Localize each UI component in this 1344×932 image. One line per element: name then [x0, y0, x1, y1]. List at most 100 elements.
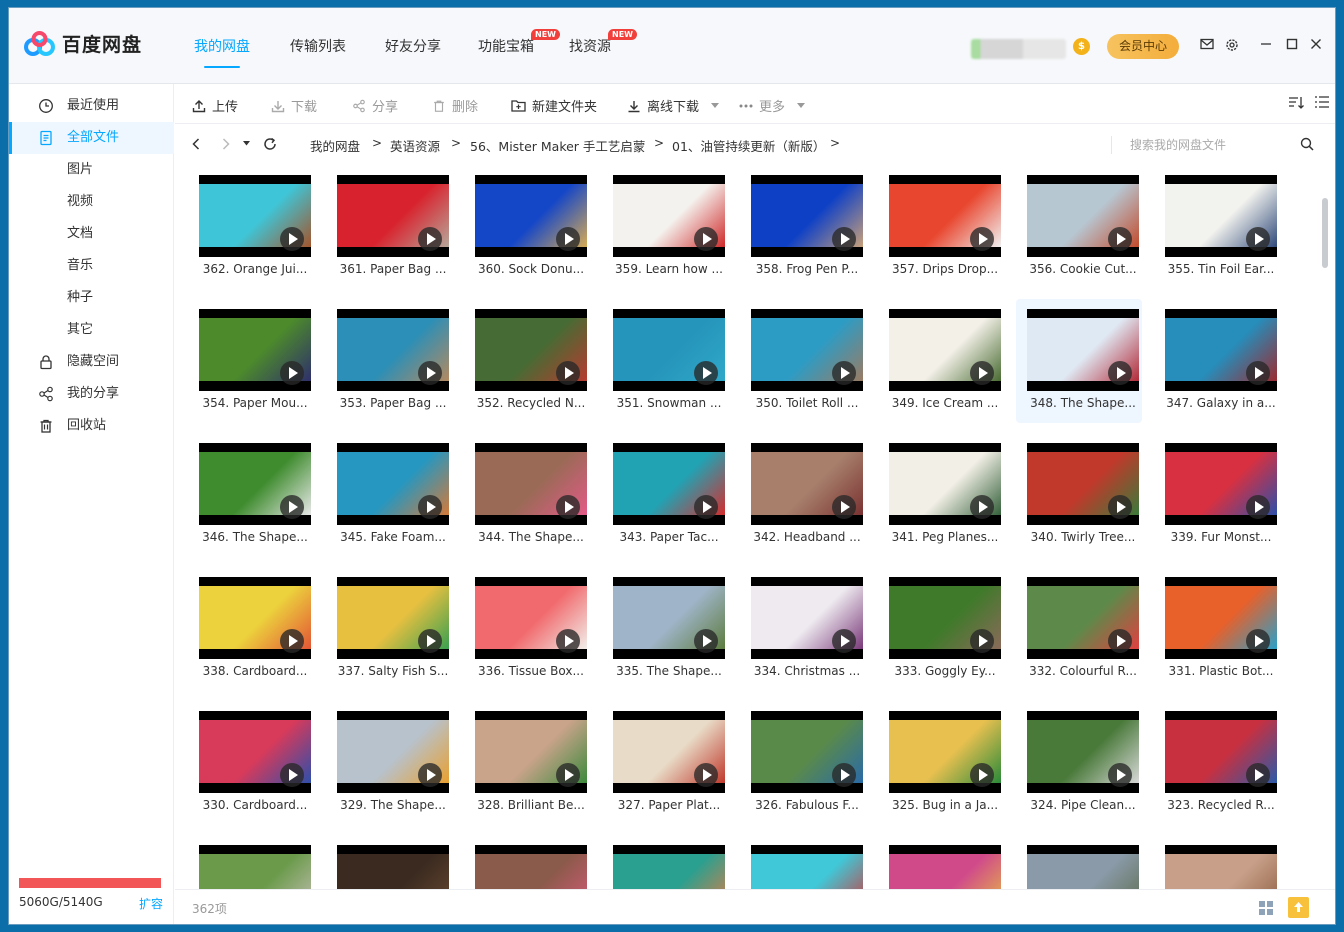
file-tile[interactable]: 335. The Shape... — [602, 567, 728, 691]
user-avatar[interactable] — [971, 39, 1066, 59]
video-thumbnail[interactable] — [199, 577, 311, 659]
file-tile[interactable]: 344. The Shape... — [464, 433, 590, 557]
video-thumbnail[interactable] — [475, 711, 587, 793]
video-thumbnail[interactable] — [199, 443, 311, 525]
video-thumbnail[interactable] — [1027, 309, 1139, 391]
video-thumbnail[interactable] — [1165, 309, 1277, 391]
play-icon[interactable] — [1108, 495, 1132, 519]
offline-download-button[interactable]: 离线下载 — [627, 96, 725, 115]
file-tile[interactable]: 327. Paper Plat... — [602, 701, 728, 825]
play-icon[interactable] — [280, 763, 304, 787]
file-tile[interactable]: 357. Drips Drop... — [878, 165, 1004, 289]
video-thumbnail[interactable] — [751, 711, 863, 793]
file-tile[interactable]: 359. Learn how ... — [602, 165, 728, 289]
play-icon[interactable] — [418, 495, 442, 519]
video-thumbnail[interactable] — [613, 577, 725, 659]
video-thumbnail[interactable] — [1027, 711, 1139, 793]
vertical-scrollbar[interactable] — [1321, 170, 1329, 882]
play-icon[interactable] — [970, 629, 994, 653]
video-thumbnail[interactable] — [1027, 175, 1139, 257]
mail-icon[interactable] — [1199, 38, 1215, 54]
play-icon[interactable] — [418, 227, 442, 251]
file-tile[interactable]: 336. Tissue Box... — [464, 567, 590, 691]
video-thumbnail[interactable] — [1027, 577, 1139, 659]
file-tile[interactable]: 361. Paper Bag ... — [326, 165, 452, 289]
file-tile[interactable]: 330. Cardboard... — [188, 701, 314, 825]
video-thumbnail[interactable] — [475, 309, 587, 391]
video-thumbnail[interactable] — [1165, 845, 1277, 889]
sidebar-item-images[interactable]: 图片 — [9, 154, 174, 186]
sidebar-item-other[interactable]: 其它 — [9, 314, 174, 346]
video-thumbnail[interactable] — [889, 175, 1001, 257]
video-thumbnail[interactable] — [889, 443, 1001, 525]
maximize-icon[interactable] — [1284, 38, 1300, 54]
play-icon[interactable] — [556, 629, 580, 653]
play-icon[interactable] — [832, 227, 856, 251]
video-thumbnail[interactable] — [1165, 711, 1277, 793]
play-icon[interactable] — [556, 495, 580, 519]
file-tile[interactable]: 353. Paper Bag ... — [326, 299, 452, 423]
file-tile[interactable]: 347. Galaxy in a... — [1154, 299, 1280, 423]
play-icon[interactable] — [1246, 361, 1270, 385]
video-thumbnail[interactable] — [1165, 443, 1277, 525]
video-thumbnail[interactable] — [889, 845, 1001, 889]
file-tile[interactable]: 329. The Shape... — [326, 701, 452, 825]
file-tile[interactable]: 339. Fur Monst... — [1154, 433, 1280, 557]
sidebar-item-documents[interactable]: 文档 — [9, 218, 174, 250]
video-thumbnail[interactable] — [475, 845, 587, 889]
video-thumbnail[interactable] — [475, 443, 587, 525]
back-arrow-icon[interactable] — [192, 138, 200, 150]
video-thumbnail[interactable] — [613, 845, 725, 889]
video-thumbnail[interactable] — [1165, 577, 1277, 659]
video-thumbnail[interactable] — [475, 577, 587, 659]
list-view-button[interactable] — [1315, 96, 1335, 108]
file-tile[interactable]: 362. Orange Jui... — [188, 165, 314, 289]
sidebar-item-recycle-bin[interactable]: 回收站 — [9, 410, 174, 442]
sidebar-item-my-shares[interactable]: 我的分享 — [9, 378, 174, 410]
play-icon[interactable] — [418, 361, 442, 385]
share-button[interactable]: 分享 — [352, 96, 398, 115]
breadcrumb-item[interactable]: 我的网盘 — [310, 136, 360, 155]
search-input[interactable]: 搜索我的网盘文件 — [1111, 136, 1311, 154]
video-thumbnail[interactable] — [889, 711, 1001, 793]
file-tile[interactable]: 343. Paper Tac... — [602, 433, 728, 557]
play-icon[interactable] — [1108, 763, 1132, 787]
play-icon[interactable] — [694, 629, 718, 653]
play-icon[interactable] — [280, 495, 304, 519]
file-tile[interactable]: 346. The Shape... — [188, 433, 314, 557]
sidebar-item-recent[interactable]: 最近使用 — [9, 90, 174, 122]
minimize-icon[interactable] — [1258, 38, 1274, 54]
breadcrumb-item[interactable]: 英语资源 — [390, 136, 440, 155]
tab-transfer-list[interactable]: 传输列表 — [290, 36, 346, 56]
video-thumbnail[interactable] — [889, 309, 1001, 391]
search-icon[interactable] — [1300, 137, 1314, 151]
play-icon[interactable] — [1246, 495, 1270, 519]
close-icon[interactable] — [1308, 38, 1324, 54]
file-tile[interactable]: 349. Ice Cream ... — [878, 299, 1004, 423]
settings-gear-icon[interactable] — [1224, 38, 1240, 54]
play-icon[interactable] — [1246, 227, 1270, 251]
file-tile[interactable]: 354. Paper Mou... — [188, 299, 314, 423]
video-thumbnail[interactable] — [1165, 175, 1277, 257]
play-icon[interactable] — [1108, 227, 1132, 251]
new-folder-button[interactable]: 新建文件夹 — [511, 96, 597, 115]
video-thumbnail[interactable] — [889, 577, 1001, 659]
file-tile[interactable] — [464, 835, 590, 889]
app-logo[interactable]: 百度网盘 — [24, 30, 142, 57]
file-tile[interactable]: 356. Cookie Cut... — [1016, 165, 1142, 289]
video-thumbnail[interactable] — [1027, 443, 1139, 525]
play-icon[interactable] — [832, 763, 856, 787]
play-icon[interactable] — [556, 227, 580, 251]
play-icon[interactable] — [694, 361, 718, 385]
video-thumbnail[interactable] — [613, 443, 725, 525]
play-icon[interactable] — [556, 763, 580, 787]
video-thumbnail[interactable] — [337, 175, 449, 257]
file-tile[interactable]: 341. Peg Planes... — [878, 433, 1004, 557]
play-icon[interactable] — [694, 495, 718, 519]
file-tile[interactable]: 332. Colourful R... — [1016, 567, 1142, 691]
video-thumbnail[interactable] — [613, 711, 725, 793]
file-tile[interactable] — [602, 835, 728, 889]
play-icon[interactable] — [418, 629, 442, 653]
forward-arrow-icon[interactable] — [222, 138, 230, 150]
file-tile[interactable]: 350. Toilet Roll ... — [740, 299, 866, 423]
